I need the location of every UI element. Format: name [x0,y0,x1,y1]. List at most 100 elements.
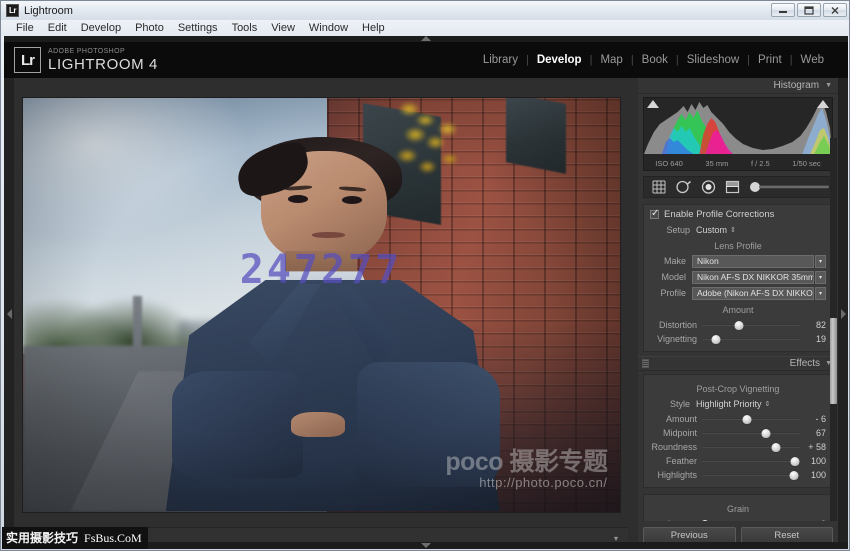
vignette-midpoint-row[interactable]: Midpoint 67 [650,426,826,440]
menu-view[interactable]: View [264,20,302,36]
lens-profile-value[interactable]: Adobe (Nikon AF-S DX NIKKO... [692,286,814,300]
lens-make-value[interactable]: Nikon [692,254,814,268]
vignetting-value[interactable]: 19 [800,334,826,344]
chevron-down-icon[interactable]: ▼ [825,82,832,89]
vignette-amount-track[interactable] [702,414,800,424]
distortion-value[interactable]: 82 [800,320,826,330]
window-titlebar: Lr Lightroom [1,1,849,20]
vignette-midpoint-value[interactable]: 67 [800,428,826,438]
menu-help[interactable]: Help [355,20,392,36]
right-panel: Histogram ▼ ISO 640 35 mm f / 2.5 1/50 s… [638,78,838,549]
menu-edit[interactable]: Edit [41,20,74,36]
histogram-metadata: ISO 640 35 mm f / 2.5 1/50 sec [644,159,832,168]
module-slideshow[interactable]: Slideshow [679,54,747,66]
lens-make-row[interactable]: Make Nikon ▾ [650,254,826,268]
module-book[interactable]: Book [634,54,676,66]
vignette-midpoint-knob[interactable] [761,428,771,438]
effects-header[interactable]: Effects ▼ [638,356,838,371]
app-icon: Lr [6,4,19,17]
vignette-highlights-label: Highlights [657,470,697,480]
vignetting-slider-knob[interactable] [711,334,721,344]
chevron-down-icon[interactable]: ▾ [815,286,826,300]
setup-row[interactable]: Setup Custom ⇕ [650,223,826,236]
photo-preview[interactable]: 247277 poco 摄影专题 http://photo.poco.cn/ [22,97,620,512]
chevron-down-icon [421,543,431,548]
shadow-clipping-icon[interactable] [647,100,659,108]
lens-profile-row[interactable]: Profile Adobe (Nikon AF-S DX NIKKO... ▾ [650,286,826,300]
updown-icon[interactable]: ⇕ [730,226,736,234]
vignette-highlights-value[interactable]: 100 [800,470,826,480]
effects-toggle-switch-icon[interactable] [642,359,649,368]
menu-photo[interactable]: Photo [128,20,171,36]
enable-profile-corrections-checkbox[interactable] [650,208,659,219]
vignette-roundness-knob[interactable] [771,442,781,452]
grain-group-label: Grain [726,504,749,514]
module-library[interactable]: Library [475,54,526,66]
module-print[interactable]: Print [750,54,790,66]
distortion-slider-row[interactable]: Distortion 82 [650,318,826,332]
vignette-highlights-row[interactable]: Highlights 100 [650,468,826,482]
enable-profile-corrections-row[interactable]: Enable Profile Corrections [650,208,826,220]
vignette-feather-row[interactable]: Feather 100 [650,454,826,468]
vignette-highlights-track[interactable] [702,470,800,480]
vignette-highlights-knob[interactable] [789,470,799,480]
vignette-amount-row[interactable]: Amount - 6 [650,412,826,426]
reset-button[interactable]: Reset [740,526,833,544]
page-watermark-english: FsBus.CoM [84,531,142,545]
vignetting-slider-row[interactable]: Vignetting 19 [650,332,826,346]
maximize-button[interactable] [797,3,821,17]
right-panel-toggle[interactable] [838,78,848,549]
vignette-feather-knob[interactable] [790,456,800,466]
vignette-feather-value[interactable]: 100 [800,456,826,466]
spot-removal-icon[interactable] [676,180,692,194]
vignetting-slider-track[interactable] [702,334,800,344]
vignette-roundness-track[interactable] [702,442,800,452]
distortion-slider-track[interactable] [702,320,800,330]
vignette-midpoint-track[interactable] [702,428,800,438]
histogram-widget[interactable]: ISO 640 35 mm f / 2.5 1/50 sec [643,97,833,171]
vignette-amount-value[interactable]: - 6 [800,414,826,424]
minimize-button[interactable] [771,3,795,17]
previous-button[interactable]: Previous [643,526,736,544]
vignette-style-value[interactable]: Highlight Priority [696,399,762,409]
vignette-style-row[interactable]: Style Highlight Priority ⇕ [650,397,826,410]
identity-plate[interactable]: Lr ADOBE PHOTOSHOP LIGHTROOM 4 [14,47,158,73]
module-develop[interactable]: Develop [529,54,590,66]
lens-model-row[interactable]: Model Nikon AF-S DX NIKKOR 35mm... ▾ [650,270,826,284]
distortion-slider-knob[interactable] [734,320,744,330]
vignette-roundness-value[interactable]: + 58 [800,442,826,452]
vignette-roundness-row[interactable]: Roundness + 58 [650,440,826,454]
highlight-clipping-icon[interactable] [817,100,829,108]
photo-flower-box [386,97,489,210]
vignette-feather-track[interactable] [702,456,800,466]
chevron-down-icon[interactable]: ▾ [815,270,826,284]
distortion-label: Distortion [658,320,697,330]
menu-window[interactable]: Window [302,20,355,36]
histogram-header[interactable]: Histogram ▼ [638,78,838,94]
right-panel-scrollbar[interactable] [830,138,837,538]
crop-overlay-icon[interactable] [652,180,667,194]
updown-icon[interactable]: ⇕ [765,400,771,408]
vignette-midpoint-label: Midpoint [662,428,697,438]
lens-model-value[interactable]: Nikon AF-S DX NIKKOR 35mm... [692,270,814,284]
graduated-filter-icon[interactable] [725,180,740,194]
module-map[interactable]: Map [592,54,630,66]
chevron-down-icon[interactable]: ▾ [815,254,826,268]
left-panel-toggle[interactable] [4,78,14,549]
vignette-amount-knob[interactable] [742,414,752,424]
menu-tools[interactable]: Tools [225,20,265,36]
lens-profile-group-label: Lens Profile [714,241,762,251]
right-panel-scroll-thumb[interactable] [830,318,837,404]
setup-value[interactable]: Custom [696,225,727,235]
red-eye-icon[interactable] [701,180,716,194]
menu-file[interactable]: File [9,20,41,36]
window-controls [771,3,847,17]
module-web[interactable]: Web [793,54,832,66]
menu-develop[interactable]: Develop [74,20,128,36]
close-button[interactable] [823,3,847,17]
chevron-right-icon [6,308,12,319]
menu-settings[interactable]: Settings [171,20,225,36]
lightroom-badge-icon: Lr [14,47,41,73]
image-canvas[interactable]: 247277 poco 摄影专题 http://photo.poco.cn/ [14,78,628,549]
adjustment-brush-icon[interactable] [749,181,833,193]
